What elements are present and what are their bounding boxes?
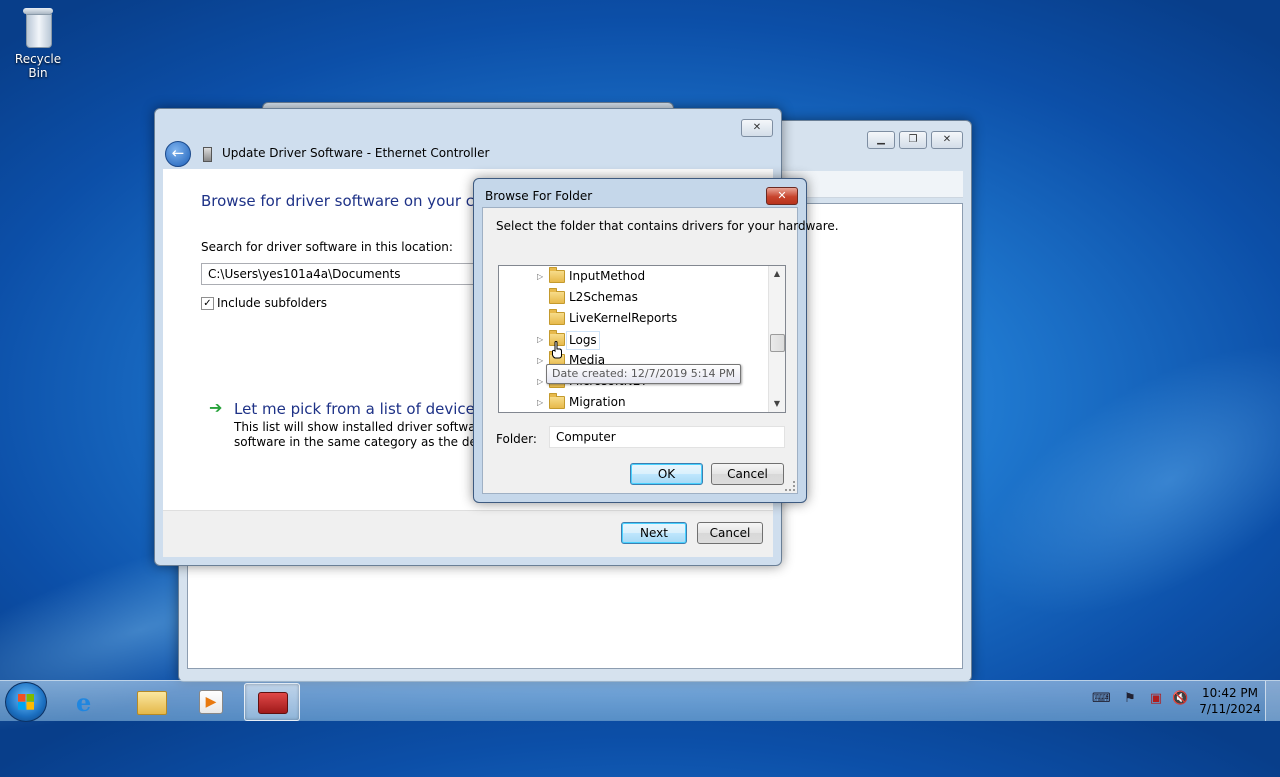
browse-instruction: Select the folder that contains drivers … — [496, 219, 839, 233]
clock-date: 7/11/2024 — [1199, 702, 1261, 716]
folder-label: Folder: — [496, 432, 537, 446]
green-arrow-icon: ➔ — [209, 398, 223, 417]
keyboard-icon[interactable]: ⌨ — [1092, 691, 1111, 707]
driver-path-input[interactable]: C:\Users\yes101a4a\Documents — [201, 263, 491, 285]
wallpaper-streak — [938, 288, 1280, 672]
folder-tooltip: Date created: 12/7/2019 5:14 PM — [546, 364, 742, 384]
close-button[interactable]: ✕ — [931, 131, 963, 149]
expand-arrow-icon[interactable]: ▷ — [537, 392, 543, 412]
scroll-down-arrow-icon[interactable]: ▼ — [769, 396, 785, 412]
recycle-bin-label: Recycle Bin — [14, 52, 62, 80]
folder-icon — [549, 288, 565, 304]
volume-muted-icon[interactable]: 🔇 — [1172, 691, 1188, 707]
locked-folder-icon — [549, 309, 565, 325]
pick-from-list-link[interactable]: Let me pick from a list of device dri — [234, 400, 500, 418]
clock-time: 10:42 PM — [1202, 686, 1258, 700]
browse-for-folder-dialog: Browse For Folder ✕ Select the folder th… — [473, 178, 839, 503]
close-icon: ✕ — [777, 189, 787, 202]
browse-close-button[interactable]: ✕ — [766, 187, 798, 205]
taskbar-internet-explorer[interactable]: e — [62, 683, 116, 719]
recycle-bin-icon — [21, 6, 55, 48]
browse-dialog-body: Select the folder that contains drivers … — [482, 207, 839, 494]
media-player-icon: ▶ — [199, 690, 223, 714]
ok-button[interactable]: OK — [630, 463, 703, 485]
minimize-icon: ▁ — [877, 134, 885, 145]
tree-scrollbar[interactable]: ▲ ▼ — [768, 266, 785, 412]
scroll-up-arrow-icon[interactable]: ▲ — [769, 266, 785, 282]
expand-arrow-icon[interactable]: ▷ — [537, 329, 543, 350]
include-subfolders-checkbox[interactable]: ✓ — [201, 297, 214, 310]
folder-icon — [549, 393, 565, 409]
hand-cursor-icon — [552, 341, 562, 359]
folder-tree[interactable]: ▷ InputMethod L2Schemas LiveKernelReport… — [498, 265, 786, 413]
device-icon — [203, 147, 212, 162]
taskbar-media-player[interactable]: ▶ — [184, 683, 238, 719]
start-button[interactable] — [5, 682, 47, 722]
expand-arrow-icon[interactable]: ▷ — [537, 371, 543, 392]
recycle-bin-desktop-icon[interactable]: Recycle Bin — [6, 6, 70, 80]
system-clock[interactable]: 10:42 PM 7/11/2024 — [1194, 685, 1266, 717]
pick-desc-line2: software in the same category as the dev… — [234, 435, 506, 449]
resize-grip-icon[interactable] — [785, 481, 795, 491]
wizard-footer: Next Cancel — [163, 510, 773, 557]
minimize-button[interactable]: ▁ — [867, 131, 895, 149]
browse-cancel-button[interactable]: Cancel — [711, 463, 784, 485]
show-desktop-button[interactable] — [1265, 681, 1280, 721]
internet-explorer-icon: e — [76, 688, 92, 717]
close-icon: ✕ — [942, 134, 952, 145]
action-center-flag-icon[interactable]: ⚑ — [1122, 691, 1138, 707]
maximize-button[interactable]: ❐ — [899, 131, 927, 149]
search-location-label: Search for driver software in this locat… — [201, 240, 453, 254]
wizard-heading: Browse for driver software on your com — [201, 192, 498, 210]
back-arrow-button[interactable]: ← — [165, 141, 191, 167]
network-disconnected-icon[interactable]: ▣ — [1148, 691, 1164, 707]
back-arrow-icon: ← — [171, 144, 185, 162]
taskbar: e ▶ ⌨ ⚑ ▣ 🔇 10:42 PM 7/11/2024 — [0, 680, 1280, 722]
include-subfolders-label: Include subfolders — [217, 296, 328, 310]
expand-arrow-icon[interactable]: ▷ — [537, 266, 543, 287]
expand-arrow-icon[interactable]: ▷ — [537, 350, 543, 371]
device-manager-icon — [258, 692, 288, 714]
taskbar-file-explorer[interactable] — [124, 683, 178, 719]
wizard-close-button[interactable]: ✕ — [741, 119, 773, 137]
scroll-thumb[interactable] — [770, 334, 785, 352]
taskbar-device-manager[interactable] — [244, 683, 300, 721]
wizard-title: Update Driver Software - Ethernet Contro… — [222, 146, 490, 160]
maximize-icon: ❐ — [908, 134, 918, 145]
folder-input[interactable]: Computer — [549, 426, 785, 448]
close-icon: ✕ — [752, 122, 762, 133]
wizard-cancel-button[interactable]: Cancel — [697, 522, 763, 544]
browse-dialog-title: Browse For Folder — [485, 189, 593, 203]
folder-icon — [137, 691, 167, 715]
next-button[interactable]: Next — [621, 522, 687, 544]
folder-icon — [549, 267, 565, 283]
